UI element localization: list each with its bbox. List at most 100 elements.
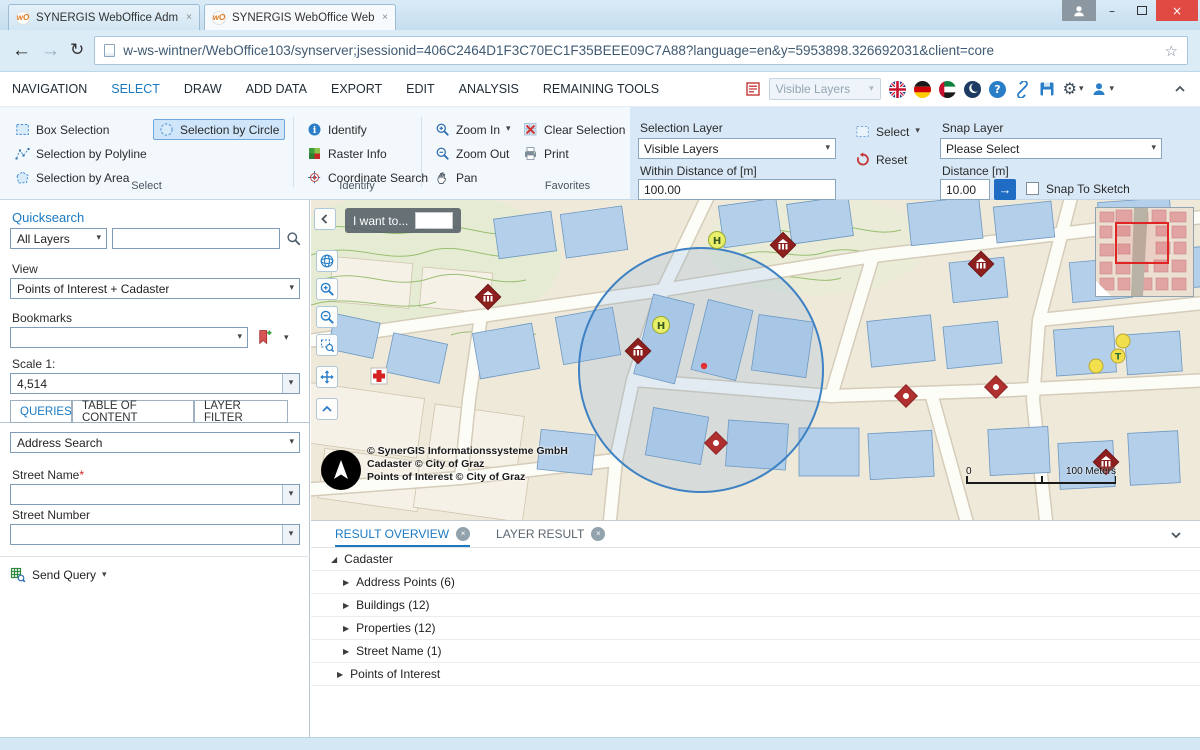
add-bookmark-icon[interactable] bbox=[256, 329, 272, 345]
tab-layer-filter[interactable]: LAYER FILTER bbox=[194, 400, 288, 423]
url-text[interactable]: w-ws-wintner/WebOffice103/synserver;jses… bbox=[123, 43, 1156, 58]
identify-button[interactable]: i Identify bbox=[302, 119, 372, 140]
combo-dropdown-button[interactable]: ▾ bbox=[282, 525, 299, 544]
refresh-icon[interactable]: ↻ bbox=[70, 42, 84, 59]
tab-table-of-content[interactable]: TABLE OF CONTENT bbox=[72, 400, 194, 423]
tab-result-overview[interactable]: RESULT OVERVIEW × bbox=[335, 521, 470, 547]
menu-analysis[interactable]: ANALYSIS bbox=[447, 82, 531, 96]
tree-collapsed-icon[interactable]: ▶ bbox=[337, 670, 343, 679]
settings-button[interactable]: ⚙ ▾ bbox=[1063, 81, 1084, 97]
within-distance-input[interactable]: 100.00 bbox=[638, 179, 836, 200]
combo-dropdown-button[interactable]: ▾ bbox=[282, 374, 299, 393]
tree-collapsed-icon[interactable]: ▶ bbox=[343, 578, 349, 587]
menu-export[interactable]: EXPORT bbox=[319, 82, 394, 96]
zoom-in-button[interactable]: Zoom In ▾ bbox=[430, 119, 516, 140]
tree-item-street-name[interactable]: ▶ Street Name (1) bbox=[311, 640, 1200, 663]
save-icon[interactable] bbox=[1039, 81, 1055, 97]
scale-combobox[interactable]: 4,514 ▾ bbox=[10, 373, 300, 394]
menu-remaining-tools[interactable]: REMAINING TOOLS bbox=[531, 82, 671, 96]
view-select[interactable]: Points of Interest + Cadaster ▾ bbox=[10, 278, 300, 299]
forward-icon[interactable]: → bbox=[41, 41, 60, 60]
account-button[interactable]: ▾ bbox=[1091, 81, 1114, 97]
combo-dropdown-button[interactable]: ▾ bbox=[282, 485, 299, 504]
share-link-icon[interactable] bbox=[1014, 81, 1031, 98]
menu-add-data[interactable]: ADD DATA bbox=[234, 82, 319, 96]
pan-button[interactable]: Pan bbox=[430, 167, 482, 188]
zoom-out-button[interactable]: Zoom Out bbox=[430, 143, 514, 164]
street-number-combobox[interactable]: ▾ bbox=[10, 524, 300, 545]
select-action-button[interactable]: Select ▾ bbox=[850, 121, 925, 142]
tab-close-icon[interactable]: × bbox=[382, 12, 388, 23]
menu-navigation[interactable]: NAVIGATION bbox=[0, 82, 99, 96]
map-viewport[interactable]: H H T I want to... bbox=[311, 200, 1200, 520]
maximize-button[interactable] bbox=[1128, 0, 1156, 21]
map-zoom-out-button[interactable] bbox=[316, 306, 338, 328]
tree-expanded-icon[interactable]: ◢ bbox=[331, 555, 337, 564]
collapse-panel-chevron-icon[interactable] bbox=[1168, 527, 1184, 543]
visible-layers-filter-icon[interactable] bbox=[745, 81, 761, 97]
bookmarks-select[interactable]: ▾ bbox=[10, 327, 248, 348]
tree-collapsed-icon[interactable]: ▶ bbox=[343, 624, 349, 633]
browser-tab-web[interactable]: wO SYNERGIS WebOffice Web × bbox=[204, 4, 396, 30]
close-button[interactable]: × bbox=[1156, 0, 1198, 21]
distance-input[interactable]: 10.00 bbox=[940, 179, 990, 200]
night-mode-moon-icon[interactable] bbox=[964, 81, 981, 98]
search-icon[interactable] bbox=[286, 231, 301, 246]
overview-extent-rectangle[interactable] bbox=[1116, 223, 1168, 263]
menu-select[interactable]: SELECT bbox=[99, 82, 172, 96]
url-field[interactable]: w-ws-wintner/WebOffice103/synserver;jses… bbox=[94, 36, 1188, 65]
hospital-marker[interactable]: H bbox=[653, 317, 670, 334]
browser-profile-button[interactable] bbox=[1062, 0, 1096, 21]
collapse-sidebar-button[interactable] bbox=[314, 208, 336, 230]
overview-map[interactable] bbox=[1095, 207, 1194, 297]
collapse-ribbon-chevron-icon[interactable] bbox=[1172, 81, 1188, 97]
map-tools-collapse-button[interactable] bbox=[316, 398, 338, 420]
street-name-combobox[interactable]: ▾ bbox=[10, 484, 300, 505]
close-tab-icon[interactable]: × bbox=[591, 527, 605, 541]
tab-queries[interactable]: QUERIES bbox=[10, 400, 72, 423]
tree-group-points-of-interest[interactable]: ▶ Points of Interest bbox=[311, 663, 1200, 686]
map-zoom-in-button[interactable] bbox=[316, 278, 338, 300]
help-icon[interactable]: ? bbox=[989, 81, 1006, 98]
close-tab-icon[interactable]: × bbox=[456, 527, 470, 541]
overview-globe-button[interactable] bbox=[316, 250, 338, 272]
tree-collapsed-icon[interactable]: ▶ bbox=[343, 647, 349, 656]
snap-to-sketch-checkbox[interactable] bbox=[1026, 182, 1039, 195]
overview-collapse-corner[interactable] bbox=[1096, 281, 1111, 296]
selection-circle[interactable] bbox=[579, 248, 823, 492]
quicksearch-input[interactable] bbox=[112, 228, 280, 249]
tree-collapsed-icon[interactable]: ▶ bbox=[343, 601, 349, 610]
menu-edit[interactable]: EDIT bbox=[394, 82, 446, 96]
tree-group-cadaster[interactable]: ◢ Cadaster bbox=[311, 548, 1200, 571]
i-want-to-input[interactable] bbox=[415, 212, 453, 229]
favorites-star-icon[interactable]: ☆ bbox=[1165, 42, 1178, 60]
snap-layer-select[interactable]: Please Select ▾ bbox=[940, 138, 1162, 159]
reset-button[interactable]: Reset bbox=[850, 149, 912, 170]
raster-info-button[interactable]: Raster Info bbox=[302, 143, 392, 164]
box-selection-button[interactable]: Box Selection bbox=[10, 119, 114, 140]
language-flag-uk-icon[interactable] bbox=[889, 81, 906, 98]
quicksearch-layer-select[interactable]: All Layers ▾ bbox=[10, 228, 107, 249]
pharmacy-marker[interactable] bbox=[371, 368, 387, 384]
tree-item-properties[interactable]: ▶ Properties (12) bbox=[311, 617, 1200, 640]
visible-layers-dropdown[interactable]: Visible Layers ▾ bbox=[769, 78, 881, 100]
back-icon[interactable]: ← bbox=[12, 41, 31, 60]
selection-by-circle-button[interactable]: Selection by Circle bbox=[153, 119, 285, 140]
send-query-button[interactable]: Send Query ▾ bbox=[10, 564, 107, 586]
minimize-button[interactable]: – bbox=[1098, 0, 1126, 21]
language-flag-uae-icon[interactable] bbox=[939, 81, 956, 98]
tram-stop-marker[interactable]: T bbox=[1111, 349, 1125, 363]
map-pan-button[interactable] bbox=[316, 366, 338, 388]
menu-draw[interactable]: DRAW bbox=[172, 82, 234, 96]
tab-layer-result[interactable]: LAYER RESULT × bbox=[496, 521, 605, 547]
tree-item-buildings[interactable]: ▶ Buildings (12) bbox=[311, 594, 1200, 617]
i-want-to-widget[interactable]: I want to... bbox=[345, 208, 461, 233]
tree-item-address-points[interactable]: ▶ Address Points (6) bbox=[311, 571, 1200, 594]
selection-by-polyline-button[interactable]: Selection by Polyline bbox=[10, 143, 152, 164]
zoom-to-extent-button[interactable] bbox=[316, 334, 338, 356]
language-flag-german-icon[interactable] bbox=[914, 81, 931, 98]
print-button[interactable]: Print bbox=[518, 143, 574, 164]
browser-tab-admin[interactable]: wO SYNERGIS WebOffice Adm × bbox=[8, 4, 200, 30]
hospital-marker[interactable]: H bbox=[709, 232, 726, 249]
clear-selection-button[interactable]: Clear Selection bbox=[518, 119, 630, 140]
